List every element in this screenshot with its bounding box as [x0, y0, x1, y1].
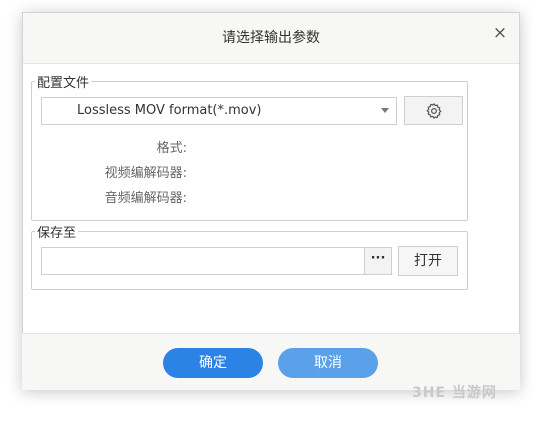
profile-group: 配置文件	[31, 72, 468, 221]
save-path-input[interactable]	[41, 247, 364, 275]
chevron-down-icon	[381, 108, 389, 113]
save-to-legend: 保存至	[37, 226, 77, 241]
close-icon[interactable]: ×	[491, 24, 509, 42]
profile-legend: 配置文件	[37, 76, 90, 91]
format-label: 格式:	[156, 141, 187, 156]
watermark: 3HE 当游网	[412, 385, 497, 401]
ok-button[interactable]: 确定	[163, 348, 263, 378]
open-folder-button[interactable]: 打开	[398, 246, 458, 276]
gear-icon	[426, 102, 442, 120]
audio-codec-label: 音频编解码器:	[104, 191, 187, 206]
profile-select[interactable]: Lossless MOV format(*.mov)	[41, 97, 397, 125]
profile-settings-button[interactable]	[404, 96, 463, 125]
browse-button[interactable]: ···	[364, 247, 392, 275]
video-codec-label: 视频编解码器:	[104, 166, 187, 181]
profile-select-value: Lossless MOV format(*.mov)	[77, 103, 262, 118]
title-bar: 请选择输出参数 ×	[23, 13, 519, 64]
dialog-title: 请选择输出参数	[222, 30, 320, 46]
cancel-button[interactable]: 取消	[278, 348, 378, 378]
